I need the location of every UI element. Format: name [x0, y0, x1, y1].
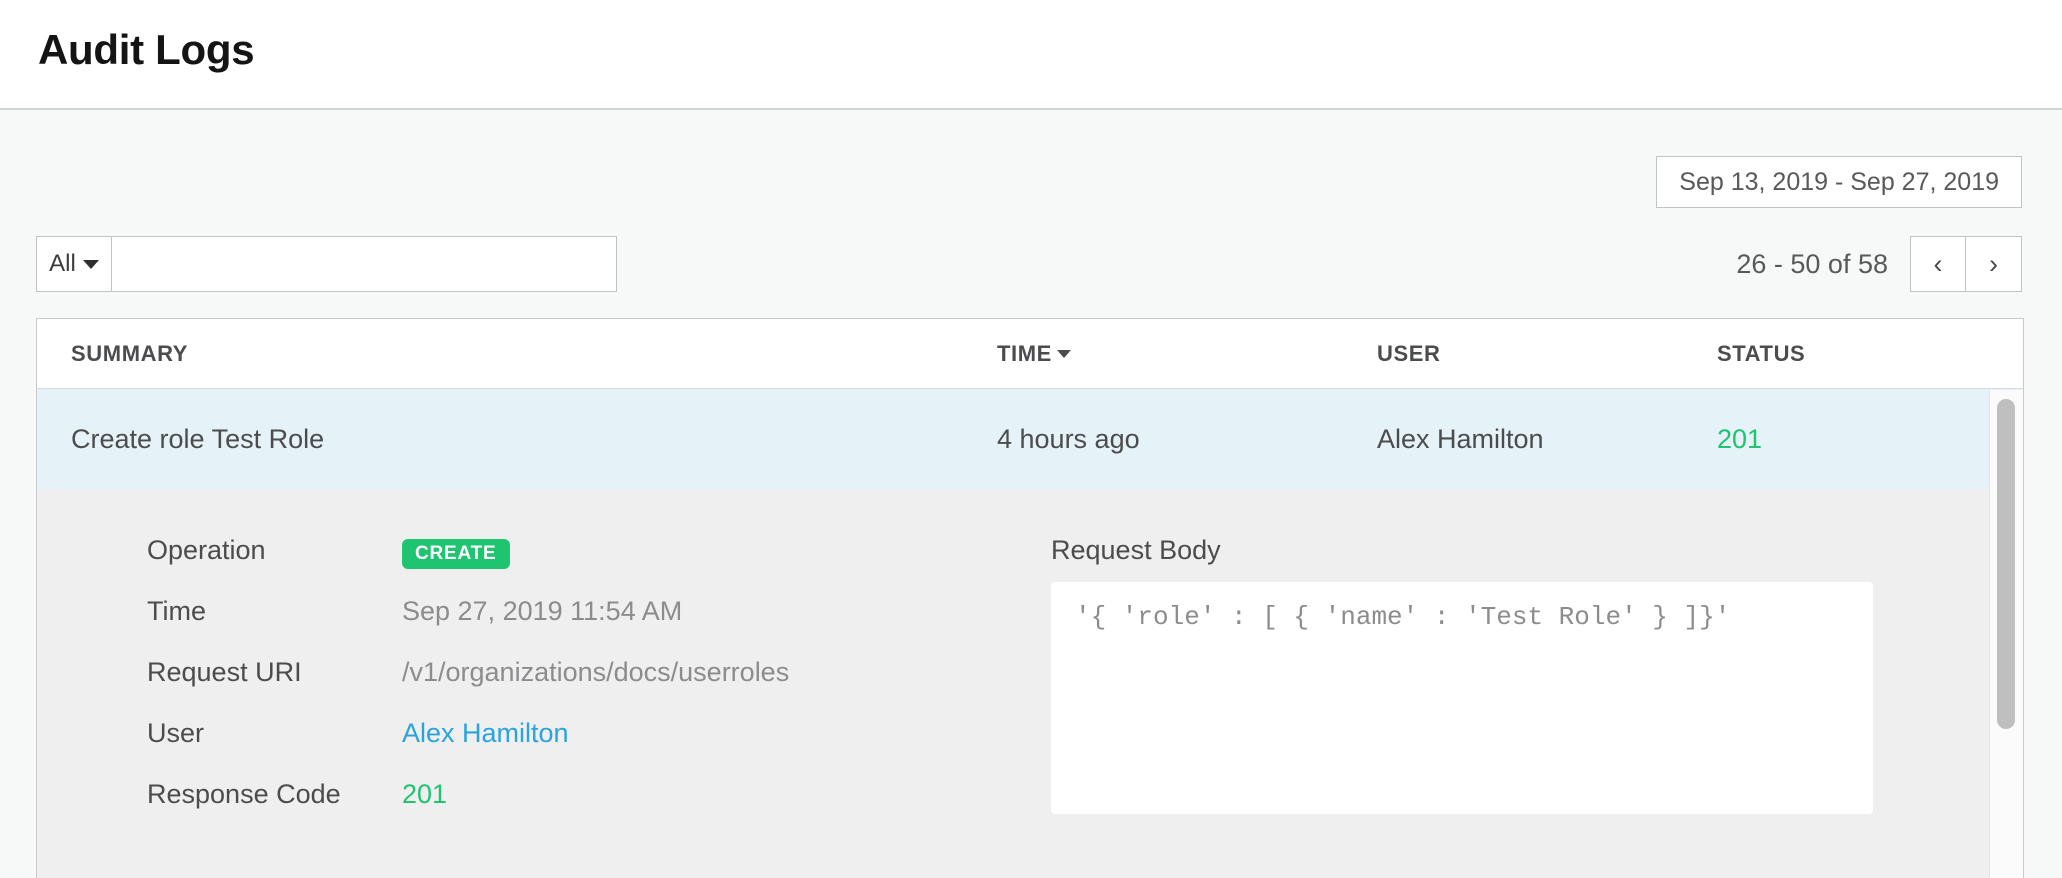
column-header-time-label: TIME	[997, 341, 1052, 366]
page-header: Audit Logs	[0, 0, 2062, 110]
cell-status: 201	[1717, 424, 1957, 455]
request-body-section: Request Body '{ 'role' : [ { 'name' : 'T…	[1051, 535, 1876, 814]
detail-field-operation: Operation CREATE	[147, 535, 887, 596]
detail-value-user-link[interactable]: Alex Hamilton	[402, 718, 569, 749]
row-detail-panel: Operation CREATE Time Sep 27, 2019 11:54…	[37, 489, 2023, 878]
pagination-label: 26 - 50 of 58	[1736, 249, 1888, 280]
column-header-user[interactable]: USER	[1377, 341, 1717, 367]
filter-dropdown-label: All	[49, 250, 76, 278]
table-scrollbar-thumb[interactable]	[1997, 399, 2015, 729]
detail-label-time: Time	[147, 596, 402, 627]
detail-fields: Operation CREATE Time Sep 27, 2019 11:54…	[147, 535, 887, 840]
request-body-label: Request Body	[1051, 535, 1876, 566]
cell-user: Alex Hamilton	[1377, 424, 1717, 455]
sort-descending-icon	[1057, 350, 1071, 358]
pagination: 26 - 50 of 58 ‹ ›	[1736, 236, 2022, 292]
detail-label-operation: Operation	[147, 535, 402, 566]
detail-field-user: User Alex Hamilton	[147, 718, 887, 779]
cell-time: 4 hours ago	[997, 424, 1377, 455]
detail-label-user: User	[147, 718, 402, 749]
table-scrollbar[interactable]	[1989, 390, 2023, 878]
audit-log-table: SUMMARY TIME USER STATUS Create role Tes…	[36, 318, 2024, 878]
request-body-content: '{ 'role' : [ { 'name' : 'Test Role' } ]…	[1051, 582, 1873, 814]
detail-field-request-uri: Request URI /v1/organizations/docs/userr…	[147, 657, 887, 718]
cell-summary: Create role Test Role	[37, 424, 997, 455]
operation-badge: CREATE	[402, 539, 510, 569]
detail-value-response-code: 201	[402, 779, 447, 810]
previous-page-button[interactable]: ‹	[1910, 236, 1966, 292]
detail-label-response-code: Response Code	[147, 779, 402, 810]
detail-value-time: Sep 27, 2019 11:54 AM	[402, 596, 682, 627]
search-input[interactable]	[112, 236, 617, 292]
table-row[interactable]: Create role Test Role 4 hours ago Alex H…	[37, 389, 2023, 489]
detail-field-response-code: Response Code 201	[147, 779, 887, 840]
filter-dropdown[interactable]: All	[36, 236, 112, 292]
column-header-time[interactable]: TIME	[997, 341, 1377, 367]
detail-label-request-uri: Request URI	[147, 657, 402, 688]
page-title: Audit Logs	[38, 26, 254, 74]
detail-field-time: Time Sep 27, 2019 11:54 AM	[147, 596, 887, 657]
column-header-status[interactable]: STATUS	[1717, 341, 1957, 367]
filter-search-group: All	[36, 236, 617, 292]
detail-value-request-uri: /v1/organizations/docs/userroles	[402, 657, 789, 688]
column-header-summary[interactable]: SUMMARY	[37, 341, 997, 367]
table-header-row: SUMMARY TIME USER STATUS	[37, 319, 2023, 389]
chevron-down-icon	[83, 260, 99, 269]
next-page-button[interactable]: ›	[1966, 236, 2022, 292]
date-range-picker[interactable]: Sep 13, 2019 - Sep 27, 2019	[1656, 156, 2022, 208]
